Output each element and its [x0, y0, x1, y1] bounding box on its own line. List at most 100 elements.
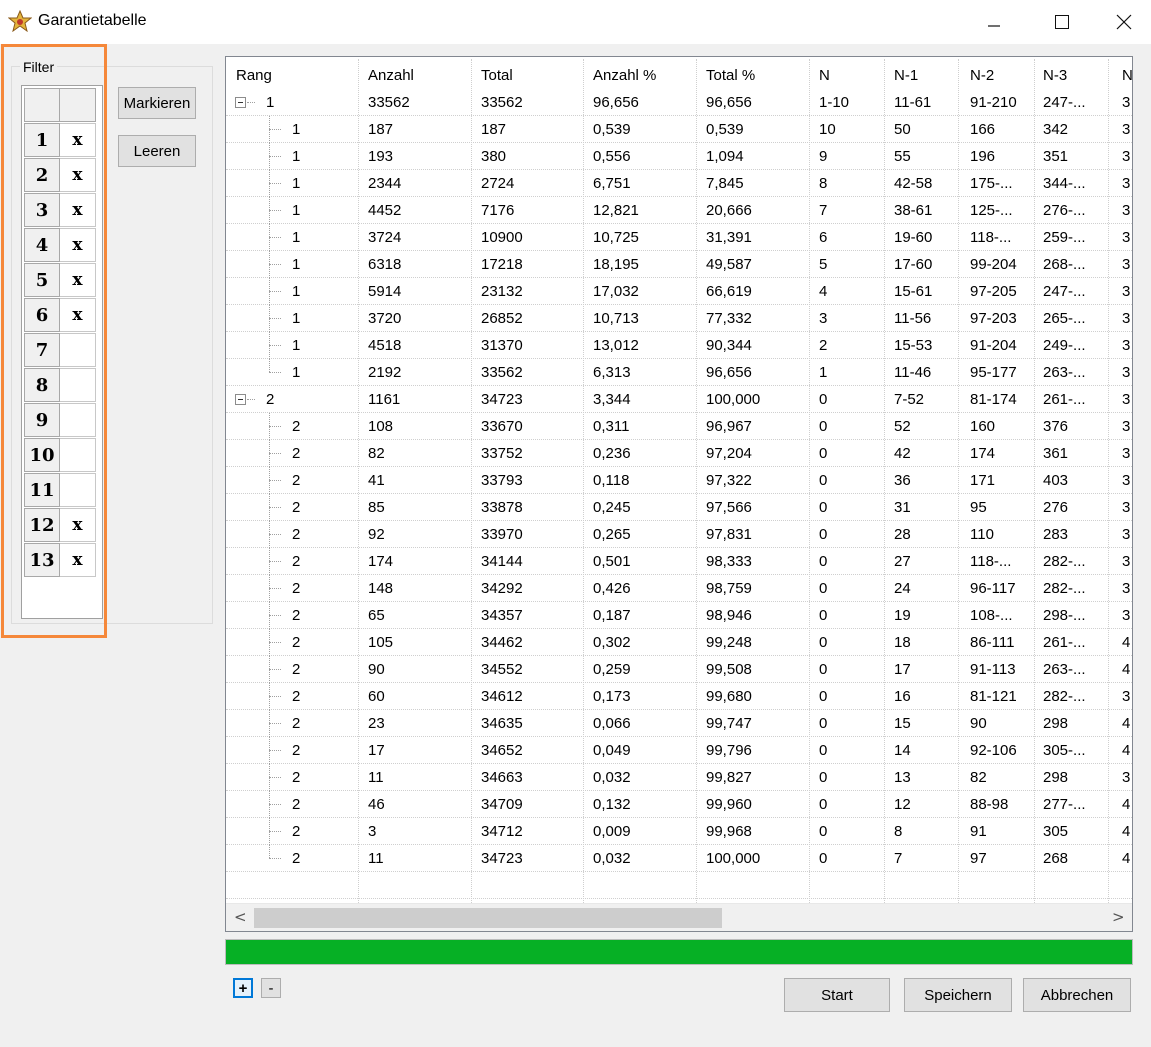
- table-row[interactable]: 2 108 33670 0,311 96,967 0 52 160 376 3: [226, 413, 1132, 440]
- filter-row-number[interactable]: 1: [24, 123, 60, 157]
- column-header[interactable]: Anzahl %: [593, 61, 656, 89]
- column-header[interactable]: N-1: [894, 61, 918, 89]
- table-row[interactable]: 1 5914 23132 17,032 66,619 4 15-61 97-205 247-..…: [226, 278, 1132, 305]
- filter-row-mark[interactable]: [60, 473, 96, 507]
- filter-row[interactable]: 10: [24, 438, 96, 473]
- filter-row[interactable]: 3x: [24, 193, 96, 228]
- filter-row-mark[interactable]: [60, 438, 96, 472]
- filter-row-mark[interactable]: x: [60, 543, 96, 577]
- column-header[interactable]: N: [819, 61, 830, 89]
- table-cell: 0: [819, 715, 828, 732]
- filter-row[interactable]: 7: [24, 333, 96, 368]
- maximize-button[interactable]: [1028, 0, 1096, 44]
- column-header[interactable]: N-3: [1043, 61, 1067, 89]
- leeren-button[interactable]: Leeren: [118, 135, 196, 167]
- filter-row[interactable]: 6x: [24, 298, 96, 333]
- table-row[interactable]: 1 3720 26852 10,713 77,332 3 11-56 97-203 265-..…: [226, 305, 1132, 332]
- table-row[interactable]: 2 11 34663 0,032 99,827 0 13 82 298 3: [226, 764, 1132, 791]
- filter-row-number[interactable]: 2: [24, 158, 60, 192]
- expand-all-button[interactable]: +: [233, 978, 253, 998]
- filter-row-mark[interactable]: x: [60, 158, 96, 192]
- column-header[interactable]: N-2: [970, 61, 994, 89]
- filter-row-number[interactable]: 10: [24, 438, 60, 472]
- speichern-button[interactable]: Speichern: [904, 978, 1012, 1012]
- collapse-node-icon[interactable]: [235, 394, 246, 405]
- scroll-right-icon[interactable]: >: [1112, 908, 1125, 926]
- markieren-button[interactable]: Markieren: [118, 87, 196, 119]
- filter-row[interactable]: 11: [24, 473, 96, 508]
- column-header[interactable]: Rang: [236, 61, 272, 89]
- filter-row-mark[interactable]: [60, 403, 96, 437]
- table-row[interactable]: 2 85 33878 0,245 97,566 0 31 95 276 3: [226, 494, 1132, 521]
- filter-row-number[interactable]: 13: [24, 543, 60, 577]
- column-header[interactable]: Anzahl: [368, 61, 414, 89]
- table-row[interactable]: 1 2344 2724 6,751 7,845 8 42-58 175-... 344-... 3: [226, 170, 1132, 197]
- collapse-all-button[interactable]: -: [261, 978, 281, 998]
- table-row[interactable]: 2 174 34144 0,501 98,333 0 27 118-... 282-... 3: [226, 548, 1132, 575]
- filter-row-mark[interactable]: x: [60, 298, 96, 332]
- table-row[interactable]: 1 187 187 0,539 0,539 10 50 166 342 3: [226, 116, 1132, 143]
- filter-row-mark[interactable]: x: [60, 193, 96, 227]
- filter-row[interactable]: 4x: [24, 228, 96, 263]
- horizontal-scrollbar[interactable]: < >: [226, 903, 1132, 931]
- table-row[interactable]: 2 92 33970 0,265 97,831 0 28 110 283 3: [226, 521, 1132, 548]
- table-row[interactable]: 2 60 34612 0,173 99,680 0 16 81-121 282-... 3: [226, 683, 1132, 710]
- filter-row-number[interactable]: 5: [24, 263, 60, 297]
- table-row[interactable]: 2 23 34635 0,066 99,747 0 15 90 298 4: [226, 710, 1132, 737]
- column-header[interactable]: Total %: [706, 61, 755, 89]
- filter-row-mark[interactable]: x: [60, 123, 96, 157]
- filter-row[interactable]: 12 x: [24, 508, 96, 543]
- tree-group-row[interactable]: 2 1161 34723 3,344 100,000 0 7-52 81-174 261-...…: [226, 386, 1132, 413]
- table-row[interactable]: 1 4452 7176 12,821 20,666 7 38-61 125-... 276-..…: [226, 197, 1132, 224]
- collapse-node-icon[interactable]: [235, 97, 246, 108]
- abbrechen-button[interactable]: Abbrechen: [1023, 978, 1131, 1012]
- scroll-thumb[interactable]: [254, 908, 722, 928]
- filter-row-mark[interactable]: [60, 333, 96, 367]
- filter-row-number[interactable]: 11: [24, 473, 60, 507]
- filter-row-number[interactable]: 8: [24, 368, 60, 402]
- filter-row-number[interactable]: 6: [24, 298, 60, 332]
- table-row[interactable]: 1 4518 31370 13,012 90,344 2 15-53 91-204 249-..…: [226, 332, 1132, 359]
- table-row[interactable]: 2 148 34292 0,426 98,759 0 24 96-117 282-... 3: [226, 575, 1132, 602]
- filter-row[interactable]: 8: [24, 368, 96, 403]
- filter-row[interactable]: 5x: [24, 263, 96, 298]
- table-row[interactable]: 1 2192 33562 6,313 96,656 1 11-46 95-177 263-...…: [226, 359, 1132, 386]
- filter-row[interactable]: 1x: [24, 123, 96, 158]
- start-button[interactable]: Start: [784, 978, 890, 1012]
- close-button[interactable]: [1096, 0, 1151, 44]
- filter-grid[interactable]: 1 x 2 x 3 x 4 x 5 x 6 x 7 8 9 10 11 12 x 13 x: [21, 85, 103, 619]
- filter-row[interactable]: 13 x: [24, 543, 96, 578]
- filter-row[interactable]: 9: [24, 403, 96, 438]
- filter-row-number[interactable]: 3: [24, 193, 60, 227]
- filter-row-number[interactable]: 9: [24, 403, 60, 437]
- table-row[interactable]: 2 90 34552 0,259 99,508 0 17 91-113 263-... 4: [226, 656, 1132, 683]
- scroll-left-icon[interactable]: <: [234, 908, 247, 926]
- filter-row-mark[interactable]: x: [60, 228, 96, 262]
- table-row[interactable]: 1 6318 17218 18,195 49,587 5 17-60 99-204 268-..…: [226, 251, 1132, 278]
- tree-group-row[interactable]: 1 33562 33562 96,656 96,656 1-10 11-61 91-210 24…: [226, 89, 1132, 116]
- filter-row-mark[interactable]: x: [60, 263, 96, 297]
- table-row[interactable]: 2 3 34712 0,009 99,968 0 8 91 305 4: [226, 818, 1132, 845]
- result-treetable[interactable]: Rang Anzahl Total Anzahl % Total % N N-1 N-2 N-3…: [225, 56, 1133, 932]
- filter-row-number[interactable]: 12: [24, 508, 60, 542]
- table-cell: 1: [292, 337, 301, 354]
- table-row[interactable]: 2 41 33793 0,118 97,322 0 36 171 403 3: [226, 467, 1132, 494]
- table-cell: 96,656: [706, 94, 752, 111]
- filter-row-number[interactable]: 7: [24, 333, 60, 367]
- minimize-button[interactable]: [960, 0, 1028, 44]
- table-row[interactable]: 2 11 34723 0,032 100,000 0 7 97 268 4: [226, 845, 1132, 872]
- filter-row-mark[interactable]: [60, 368, 96, 402]
- table-row[interactable]: 2 65 34357 0,187 98,946 0 19 108-... 298-... 3: [226, 602, 1132, 629]
- table-row[interactable]: 2 82 33752 0,236 97,204 0 42 174 361 3: [226, 440, 1132, 467]
- filter-row-number[interactable]: 4: [24, 228, 60, 262]
- table-row[interactable]: 2 17 34652 0,049 99,796 0 14 92-106 305-... 4: [226, 737, 1132, 764]
- table-row[interactable]: 2 105 34462 0,302 99,248 0 18 86-111 261-... 4: [226, 629, 1132, 656]
- table-row[interactable]: 2 46 34709 0,132 99,960 0 12 88-98 277-... 4: [226, 791, 1132, 818]
- column-header[interactable]: N: [1122, 61, 1132, 89]
- table-cell: 24: [894, 580, 911, 597]
- filter-row[interactable]: 2x: [24, 158, 96, 193]
- table-row[interactable]: 1 193 380 0,556 1,094 9 55 196 351 3: [226, 143, 1132, 170]
- table-row[interactable]: 1 3724 10900 10,725 31,391 6 19-60 118-... 259-.…: [226, 224, 1132, 251]
- filter-row-mark[interactable]: x: [60, 508, 96, 542]
- column-header[interactable]: Total: [481, 61, 513, 89]
